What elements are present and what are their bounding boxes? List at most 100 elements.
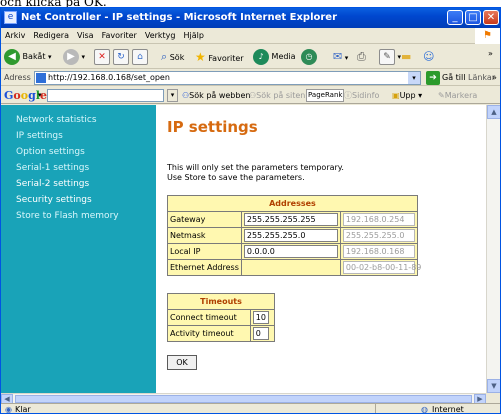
menu-visa[interactable]: Visa [73,31,98,40]
sidebar-item-ip-settings[interactable]: IP settings [16,131,63,141]
search-web-button[interactable]: ⚇Sök på webben [182,87,250,104]
status-divider [375,404,376,413]
vertical-scrollbar[interactable]: ▲ ▼ [486,105,500,393]
back-dropdown-icon: ▾ [48,53,52,61]
home-icon: ⌂ [132,48,148,65]
folder-icon: ▬ [401,50,412,63]
standard-toolbar: ◀ Bakåt ▾ ▶ ▾ ✕ ↻ ⌂ ⌕ Sök ★ Favoriter ♪ … [1,45,500,69]
mail-button[interactable]: ✉ ▾ [333,48,348,66]
info-text-line-2: Use Store to save the parameters. [167,173,305,182]
horizontal-scrollbar[interactable]: ◀ ▶ [1,393,486,404]
scroll-down-button[interactable]: ▼ [487,379,500,393]
window-title: Net Controller - IP settings - Microsoft… [21,12,338,23]
up-folder-icon: ▣ [392,91,400,100]
close-button[interactable]: ✕ [483,10,499,25]
refresh-icon: ↻ [113,48,129,65]
page-title: IP settings [167,118,258,136]
minimize-button[interactable]: _ [447,10,463,25]
local-ip-label: Local IP [167,243,242,260]
status-text: Klar [15,405,31,414]
media-icon: ♪ [253,48,269,65]
links-chevron-icon[interactable]: » [492,70,497,86]
local-ip-input[interactable]: 0.0.0.0 [243,245,338,258]
media-button-label: Media [271,52,296,61]
connect-timeout-input[interactable]: 10 [252,311,269,324]
edit-icon: ✎ [379,48,395,65]
favorites-button[interactable]: ★ Favoriter [195,48,244,66]
addresses-header: Addresses [167,195,418,212]
table-row: Activity timeout 0 [167,325,276,342]
history-button[interactable]: ◷ [301,48,317,66]
search-site-button[interactable]: ⚇Sök på siten [249,87,305,104]
go-arrow-icon[interactable]: ➔ [426,71,440,85]
ethernet-address-empty-cell [240,259,341,276]
scroll-up-button[interactable]: ▲ [487,105,500,119]
table-row: Ethernet Address 00-02-b8-00-11-89 [167,259,421,276]
page-icon [36,73,46,83]
highlight-label: Markera [444,91,478,100]
toolbar-overflow-chevron[interactable]: » [488,45,493,63]
up-label: Upp [399,91,416,100]
ok-button[interactable]: OK [167,355,197,370]
back-button[interactable]: ◀ Bakåt ▾ [4,48,52,66]
home-button[interactable]: ⌂ [132,48,148,66]
google-search-dropdown[interactable]: ▾ [167,89,178,102]
table-row: Netmask 255.255.255.0 255.255.255.0 [167,227,418,244]
address-bar: Adress http://192.168.0.168/set_open ▾ ➔… [1,70,500,86]
refresh-button[interactable]: ↻ [113,48,129,66]
up-button[interactable]: ▣Upp ▾ [392,87,422,104]
media-button[interactable]: ♪ Media [253,48,296,66]
gateway-input[interactable]: 255.255.255.255 [243,213,338,226]
activity-timeout-label: Activity timeout [167,325,251,342]
page-status-icon: ◉ [5,405,12,414]
go-button-label[interactable]: Gå till [442,70,465,86]
page-info-button[interactable]: ⓘSidinfo [344,87,379,104]
netmask-label: Netmask [167,227,242,244]
ethernet-address-field: 00-02-b8-00-11-89 [342,261,421,274]
print-icon: ⎙ [357,50,366,63]
timeouts-header: Timeouts [167,293,275,310]
address-input[interactable]: http://192.168.0.168/set_open [34,71,421,85]
table-row: Local IP 0.0.0.0 192.168.0.168 [167,243,418,260]
menu-redigera[interactable]: Redigera [29,31,73,40]
folder-button[interactable]: ▬ [401,48,411,66]
google-menu-dropdown-icon[interactable]: ▾ [38,87,42,104]
stop-button[interactable]: ✕ [94,48,110,66]
menu-favoriter[interactable]: Favoriter [98,31,141,40]
maximize-button[interactable]: □ [465,10,481,25]
sidebar-item-store-to-flash[interactable]: Store to Flash memory [16,211,119,221]
forward-button[interactable]: ▶ ▾ [63,48,85,66]
google-search-input[interactable] [47,89,164,102]
sidebar-item-serial-1-settings[interactable]: Serial-1 settings [16,163,89,173]
highlight-button[interactable]: ✎Markera [438,87,477,104]
edit-button[interactable]: ✎ ▾ [379,48,401,66]
menu-hjalp[interactable]: Hjälp [180,31,208,40]
pagerank-indicator[interactable]: PageRank [306,89,345,102]
back-arrow-icon: ◀ [4,48,20,65]
mail-dropdown-icon: ▾ [344,54,349,62]
search-icon: ⌕ [161,50,168,63]
status-bar: ◉ Klar ◍ Internet [1,403,500,414]
highlighter-icon: ✎ [438,91,445,100]
horizontal-scroll-thumb[interactable] [15,395,472,403]
messenger-button[interactable]: ☺ [423,48,434,66]
menu-verktyg[interactable]: Verktyg [141,31,180,40]
sidebar-nav: Network statistics IP settings Option se… [1,105,156,393]
sidebar-item-serial-2-settings[interactable]: Serial-2 settings [16,179,89,189]
messenger-icon: ☺ [423,50,435,63]
search-web-label: Sök på webben [189,91,251,100]
sidebar-item-network-statistics[interactable]: Network statistics [16,115,97,125]
address-dropdown-button[interactable]: ▾ [408,72,420,84]
netmask-input[interactable]: 255.255.255.0 [243,229,338,242]
menu-arkiv[interactable]: Arkiv [1,31,29,40]
sidebar-item-option-settings[interactable]: Option settings [16,147,85,157]
ethernet-address-label: Ethernet Address [167,259,242,276]
netmask-current-field: 255.255.255.0 [342,229,415,242]
gateway-current-field: 192.168.0.254 [342,213,415,226]
activity-timeout-input[interactable]: 0 [252,327,269,340]
window-titlebar[interactable]: Net Controller - IP settings - Microsoft… [1,8,500,28]
search-button[interactable]: ⌕ Sök [161,48,184,66]
sidebar-item-security-settings[interactable]: Security settings [16,195,92,205]
print-button[interactable]: ⎙ [357,48,366,66]
history-icon: ◷ [301,48,317,65]
